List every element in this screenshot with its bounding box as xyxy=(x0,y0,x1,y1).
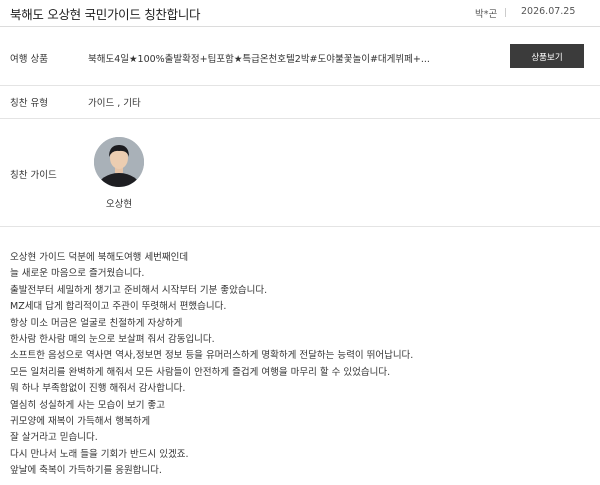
content-line: 뭐 하나 부족함없이 진행 해줘서 감사합니다. xyxy=(10,383,186,395)
content-line: 모든 일처리를 완벽하게 해줘서 모든 사람들이 안전하게 즐겁게 여행을 마무… xyxy=(10,366,391,378)
guide-avatar xyxy=(94,137,144,187)
post-date: 2026.07.25 xyxy=(521,6,576,17)
content-line: 늘 새로운 마음으로 즐거웠습니다. xyxy=(10,268,145,280)
praise-type-row: 칭찬 유형 가이드 , 기타 xyxy=(0,86,600,119)
praise-type-value: 가이드 , 기타 xyxy=(88,98,141,109)
content-line: 앞날에 축복이 가득하기를 응원합니다. xyxy=(10,465,162,477)
product-name: 북해도4일★100%출발확정+팁포함★특급온천호텔2박#도야불꽃놀이#대게뷔페+… xyxy=(88,54,430,65)
header-divider xyxy=(505,8,506,17)
author-name: 박*곤 xyxy=(475,9,498,20)
content-line: 오상현 가이드 덕분에 북해도여행 세번째인데 xyxy=(10,252,189,263)
content-line: 다시 만나서 노래 들을 기회가 반드시 있겠죠. xyxy=(10,448,189,460)
page-header: 북해도 오상현 국민가이드 칭찬합니다 박*곤 2026.07.25 xyxy=(0,0,600,27)
content-line: MZ세대 답게 합리적이고 주관이 뚜렷해서 편했습니다. xyxy=(10,301,227,313)
content-line: 출발전부터 세밀하게 챙기고 준비해서 시작부터 기분 좋았습니다. xyxy=(10,284,268,296)
view-product-button[interactable]: 상품보기 xyxy=(510,44,584,68)
content-line: 소프트한 음성으로 역사면 역사,정보면 정보 등을 유머러스하게 명확하게 전… xyxy=(10,350,414,362)
guide-name: 오상현 xyxy=(105,199,133,210)
product-label: 여행 상품 xyxy=(10,54,48,65)
praise-content: 오상현 가이드 덕분에 북해도여행 세번째인데늘 새로운 마음으로 즐거웠습니다… xyxy=(10,250,590,480)
content-line: 항상 미소 머금은 얼굴로 친절하게 자상하게 xyxy=(10,317,183,329)
content-line: 귀모양에 재복이 가득해서 행복하게 xyxy=(10,416,151,428)
praise-type-label: 칭찬 유형 xyxy=(10,98,48,109)
content-line: 열심히 성실하게 사는 모습이 보기 좋고 xyxy=(10,399,165,411)
product-row: 여행 상품 북해도4일★100%출발확정+팁포함★특급온천호텔2박#도야불꽃놀이… xyxy=(0,27,600,86)
praise-guide-label: 칭찬 가이드 xyxy=(10,170,57,181)
content-line: 잘 살거라고 믿습니다. xyxy=(10,432,98,444)
praise-guide-row: 칭찬 가이드 오상현 xyxy=(0,119,600,227)
content-line: 한사람 한사람 매의 눈으로 보살펴 줘서 감동입니다. xyxy=(10,334,215,346)
page-title: 북해도 오상현 국민가이드 칭찬합니다 xyxy=(10,7,201,22)
